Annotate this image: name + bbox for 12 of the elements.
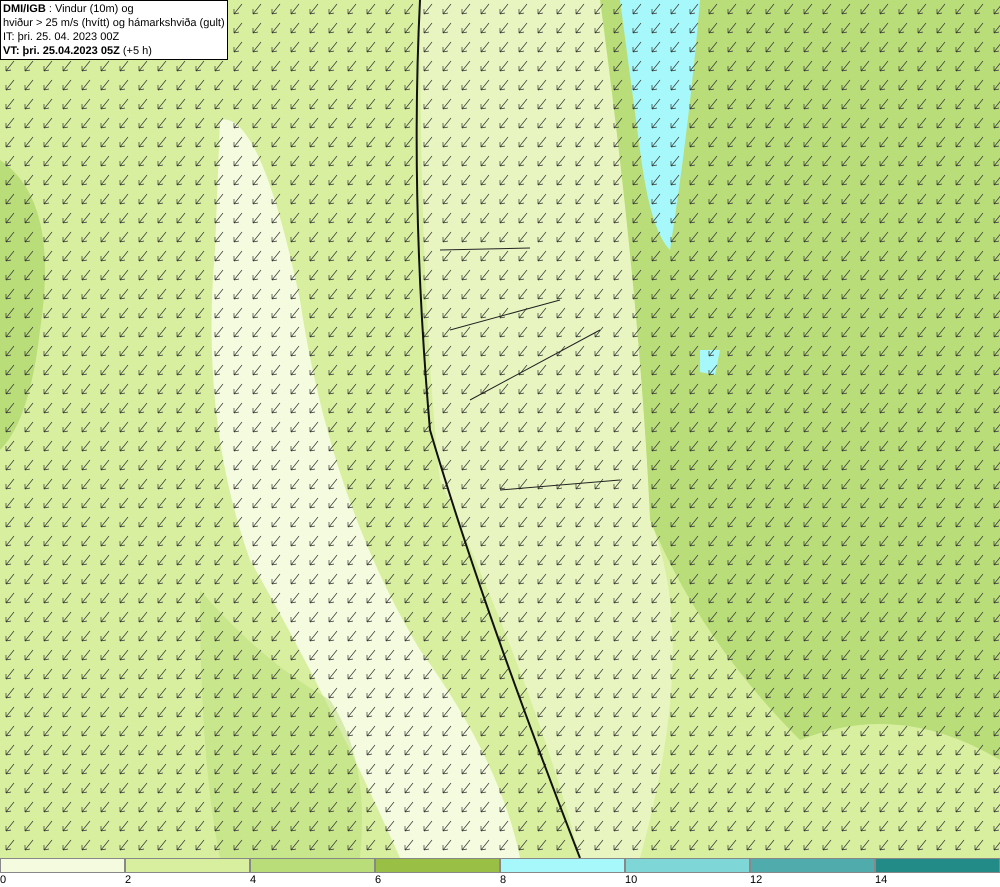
scale-label: 14 — [875, 873, 888, 887]
legend-text: IT: þri. 25. 04. 2023 00Z — [3, 30, 120, 44]
legend-text: hviður > 25 m/s (hvítt) og hámarkshviða (gult) — [3, 16, 225, 30]
scale-label: 4 — [250, 873, 256, 887]
scale-label: 6 — [375, 873, 382, 887]
legend-text: DMI/IGB : Vindur (10m) og — [3, 2, 135, 16]
scale-label: 12 — [750, 873, 762, 887]
scale-label: 2 — [125, 873, 132, 887]
scale-label: 10 — [625, 873, 638, 887]
scale-label: 0 — [0, 873, 6, 887]
scale-label: 8 — [500, 873, 506, 887]
legend-text: VT: þri. 25.04.2023 05Z (+5 h) — [3, 44, 153, 58]
